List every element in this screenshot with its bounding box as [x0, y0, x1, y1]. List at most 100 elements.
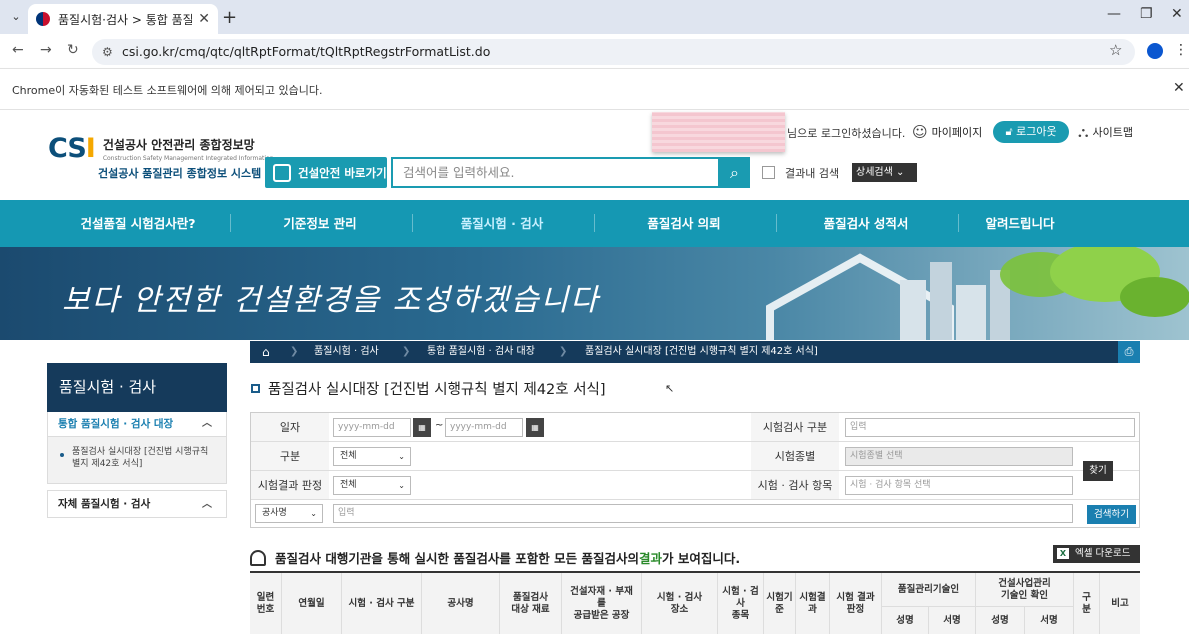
login-message: 님으로 로그인하셨습니다. [787, 127, 906, 140]
chevron-down-icon: ⌄ [310, 509, 317, 518]
test-kind-input[interactable]: 시험종별 선택 [845, 447, 1073, 466]
lock-icon: 🔓︎ [1005, 125, 1013, 138]
calendar-icon[interactable]: ▦ [413, 418, 431, 437]
chevron-up-icon: ︿ [202, 418, 212, 429]
address-bar-row: ← → ↻ ⚙ csi.go.kr/cmq/qtc/qltRptFormat/t… [0, 34, 1189, 68]
home-icon[interactable]: ⌂ [262, 341, 270, 363]
search-field-select[interactable]: 공사명 ⌄ [255, 504, 323, 523]
logout-label: 로그아웃 [1016, 125, 1057, 138]
date-label: 일자 [251, 413, 329, 441]
sidebar-item-inspection-ledger[interactable]: 품질검사 실시대장 [건진법 시행규칙 별지 제42호 서식] [47, 437, 227, 484]
menu-item-reference[interactable]: 기준정보 관리 [230, 200, 410, 247]
logo-subtitle: Construction Safety Management Integrate… [102, 155, 274, 162]
insp-type-label: 시험검사 구분 [751, 413, 839, 441]
reload-icon[interactable]: ↻ [67, 42, 79, 58]
browser-tab[interactable]: 품질시험·검사 > 통합 품질시험 ✕ [28, 4, 218, 34]
chevron-up-icon: ︿ [202, 499, 212, 510]
col-group-quality-engineer: 품질관리기술인 [882, 573, 976, 607]
url-text: csi.go.kr/cmq/qtc/qltRptFormat/tQltRptRe… [122, 44, 491, 59]
maximize-icon[interactable]: ❐ [1140, 6, 1153, 22]
site-logo[interactable]: CSI 건설공사 안전관리 종합정보망 Construction Safety … [48, 132, 274, 166]
search-icon[interactable]: ⌕ [719, 157, 750, 188]
insp-type-input[interactable]: 입력 [845, 418, 1135, 437]
type-select[interactable]: 전체 ⌄ [333, 447, 411, 466]
result-select[interactable]: 전체 ⌄ [333, 476, 411, 495]
search-submit-button[interactable]: 검색하기 [1087, 505, 1136, 524]
detail-search-button[interactable]: 상세검색 ⌄ [852, 163, 917, 182]
menu-item-notice[interactable]: 알려드립니다 [930, 200, 1110, 247]
col-cm-name: 성명 [976, 607, 1025, 634]
logo-mark: CSI [48, 133, 96, 164]
excel-download-label: 엑셀 다운로드 [1075, 548, 1131, 559]
main-menu: 건설품질 시험검사란? 기준정보 관리 품질시험 · 검사 품질검사 의뢰 품질… [0, 200, 1189, 247]
menu-item-report[interactable]: 품질검사 성적서 [776, 200, 956, 247]
system-name: 건설공사 품질관리 종합정보 시스템 [98, 167, 262, 180]
chevron-down-icon: ⌄ [398, 481, 405, 490]
keyword-input[interactable]: 입력 [333, 504, 1073, 523]
favicon-icon [36, 12, 50, 26]
col-project: 공사명 [422, 573, 500, 634]
profile-avatar-icon[interactable] [1147, 43, 1163, 59]
mypage-label: 마이페이지 [931, 126, 983, 139]
sidebar: 품질시험 · 검사 통합 품질시험 · 검사 대장 ︿ 품질검사 실시대장 [건… [47, 363, 227, 518]
redacted-username [652, 112, 785, 152]
browser-tab-strip: ⌄ 품질시험·검사 > 통합 품질시험 ✕ + — ❐ ✕ [0, 0, 1189, 34]
result-select-value: 전체 [340, 480, 357, 490]
home-icon [273, 163, 291, 182]
breadcrumb-item[interactable]: 품질시험 · 검사 [314, 341, 379, 363]
sidebar-item-label: 품질검사 실시대장 [건진법 시행규칙 별지 제42호 서식] [72, 447, 209, 469]
sitemap-link[interactable]: ⛬ 사이트맵 [1078, 123, 1133, 141]
sidebar-title: 품질시험 · 검사 [47, 363, 227, 412]
infobar-close-icon[interactable]: ✕ [1173, 80, 1185, 96]
find-button[interactable]: 찾기 [1083, 461, 1113, 481]
item-label: 시험 · 검사 항목 [751, 471, 839, 499]
hero-banner: 보다 안전한 건설환경을 조성하겠습니다 [0, 247, 1189, 340]
excel-icon: X [1057, 548, 1069, 559]
notice-highlight: 결과 [638, 551, 662, 566]
tab-list-button[interactable]: ⌄ [6, 7, 26, 27]
breadcrumb-item[interactable]: 통합 품질시험 · 검사 대장 [427, 341, 535, 363]
safety-shortcut-button[interactable]: 건설안전 바로가기 [265, 157, 387, 188]
site-info-icon[interactable]: ⚙ [102, 39, 113, 65]
print-icon[interactable]: ⎙ [1118, 341, 1140, 363]
close-tab-icon[interactable]: ✕ [198, 11, 210, 27]
bookmark-star-icon[interactable]: ☆ [1109, 41, 1122, 59]
menu-item-about[interactable]: 건설품질 시험검사란? [48, 200, 228, 247]
excel-download-button[interactable]: X 엑셀 다운로드 [1053, 545, 1140, 563]
sidebar-item-label: 통합 품질시험 · 검사 대장 [58, 418, 174, 430]
item-input[interactable]: 시험 · 검사 항목 선택 [845, 476, 1073, 495]
col-remarks: 비고 [1111, 597, 1129, 609]
forward-icon[interactable]: → [40, 42, 52, 58]
test-kind-label: 시험종별 [751, 442, 839, 470]
col-qe-sign: 서명 [929, 607, 976, 634]
col-division: 구 분 [1074, 573, 1100, 634]
detail-search-label: 상세검색 [856, 167, 893, 178]
menu-item-request[interactable]: 품질검사 의뢰 [594, 200, 774, 247]
site-search-input[interactable]: 검색어를 입력하세요. [391, 157, 720, 188]
minimize-icon[interactable]: — [1107, 6, 1121, 22]
user-icon: ☺ [912, 123, 928, 141]
close-window-icon[interactable]: ✕ [1171, 6, 1183, 22]
sidebar-item-integrated[interactable]: 통합 품질시험 · 검사 대장 ︿ [47, 412, 227, 437]
back-icon[interactable]: ← [12, 42, 24, 58]
search-form: 일자 yyyy-mm-dd ▦ ~ yyyy-mm-dd ▦ 시험검사 구분 입… [250, 412, 1140, 528]
url-field[interactable]: ⚙ csi.go.kr/cmq/qtc/qltRptFormat/tQltRpt… [92, 39, 1135, 65]
search-within-label: 결과내 검색 [785, 167, 840, 180]
date-from-input[interactable]: yyyy-mm-dd [333, 418, 411, 437]
breadcrumb-separator: ❯ [290, 346, 299, 357]
calendar-icon[interactable]: ▦ [526, 418, 544, 437]
browser-menu-icon[interactable]: ⋮ [1174, 42, 1188, 58]
menu-item-quality-test[interactable]: 품질시험 · 검사 [412, 200, 592, 247]
logout-button[interactable]: 🔓︎ 로그아웃 [993, 121, 1069, 143]
new-tab-button[interactable]: + [222, 7, 237, 28]
mypage-link[interactable]: ☺ 마이페이지 [912, 123, 982, 141]
search-within-checkbox[interactable] [762, 166, 775, 179]
type-select-value: 전체 [340, 451, 357, 461]
col-place: 시험 · 검사 장소 [642, 573, 718, 634]
result-label: 시험결과 판정 [251, 471, 329, 499]
sidebar-item-self[interactable]: 자체 품질시험 · 검사 ︿ [47, 490, 227, 518]
ledger-table-header: 일련 번호 연월일 시험 · 검사 구분 공사명 품질검사 대상 재료 건설자재… [250, 571, 1140, 634]
date-range-tilde: ~ [435, 420, 444, 431]
col-group-cm-engineer: 건설사업관리 기술인 확인 [976, 573, 1074, 607]
date-to-input[interactable]: yyyy-mm-dd [445, 418, 523, 437]
